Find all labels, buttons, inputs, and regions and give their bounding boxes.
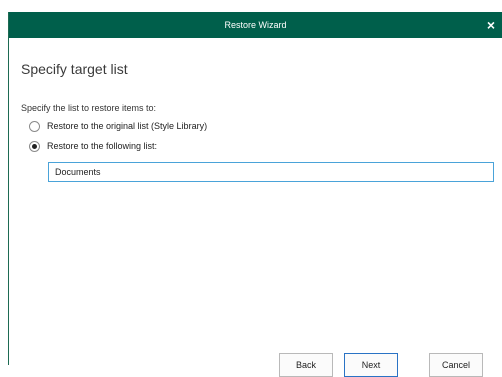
page-title: Specify target list xyxy=(21,61,128,77)
next-button[interactable]: Next xyxy=(344,353,398,377)
target-list-input[interactable] xyxy=(48,162,494,182)
restore-original-label: Restore to the original list (Style Libr… xyxy=(47,121,208,131)
target-list-prompt: Specify the list to restore items to: xyxy=(21,103,157,113)
restore-following-option[interactable]: Restore to the following list: xyxy=(29,139,157,153)
window-title: Restore Wizard xyxy=(224,20,287,30)
restore-following-radio[interactable] xyxy=(29,140,40,152)
restore-following-label: Restore to the following list: xyxy=(47,141,158,151)
wizard-footer: Back Next Cancel xyxy=(9,339,502,377)
restore-wizard-window: Restore Wizard × Specify target list Spe… xyxy=(8,12,502,377)
title-bar: Restore Wizard × xyxy=(9,12,502,38)
back-button[interactable]: Back xyxy=(279,353,333,377)
restore-original-radio[interactable] xyxy=(29,120,40,132)
cancel-button[interactable]: Cancel xyxy=(429,353,483,377)
restore-original-option[interactable]: Restore to the original list (Style Libr… xyxy=(29,119,207,133)
close-icon[interactable]: × xyxy=(482,12,500,38)
